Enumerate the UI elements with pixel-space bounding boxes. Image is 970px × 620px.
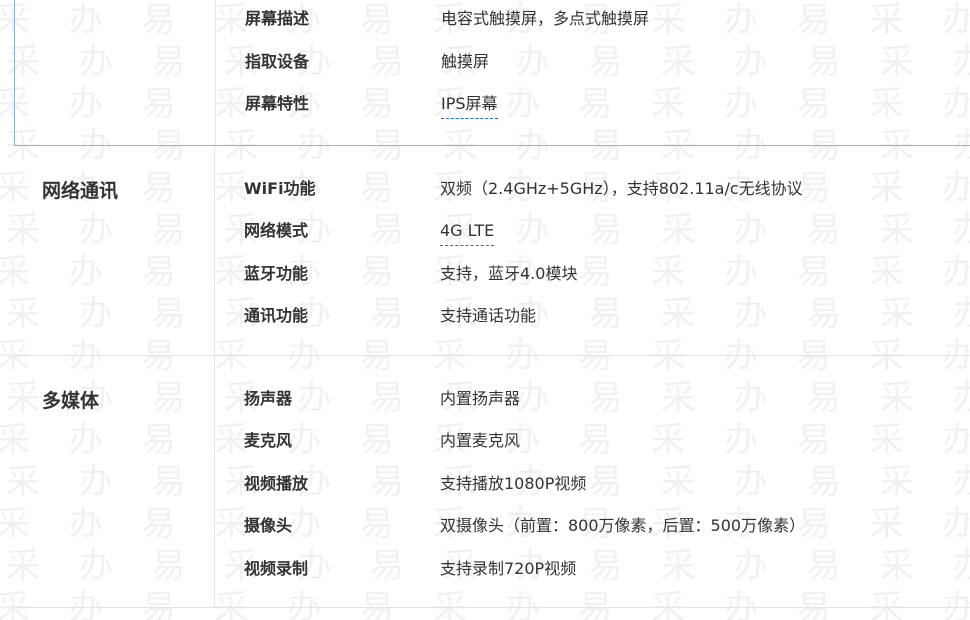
spec-label: 麦克风 bbox=[244, 431, 293, 450]
spec-value: 支持，蓝牙4.0模块 bbox=[440, 264, 578, 283]
spec-row: 视频录制 支持录制720P视频 bbox=[14, 556, 954, 598]
spec-label: 网络模式 bbox=[244, 221, 309, 240]
spec-row: 网络模式 4G LTE bbox=[14, 218, 954, 260]
spec-value: 双摄像头（前置：800万像素，后置：500万像素） bbox=[440, 516, 806, 535]
spec-row: 视频播放 支持播放1080P视频 bbox=[14, 471, 954, 513]
spec-row: WiFi功能 双频（2.4GHz+5GHz），支持802.11a/c无线协议 bbox=[14, 176, 954, 218]
screen-section: 屏幕描述 电容式触摸屏，多点式触摸屏 指取设备 触摸屏 屏幕特性 IPS屏幕 bbox=[14, 0, 970, 146]
spec-value: 支持通话功能 bbox=[440, 306, 537, 325]
spec-value: 双频（2.4GHz+5GHz），支持802.11a/c无线协议 bbox=[440, 179, 803, 198]
spec-page: 采 办 易 采 办 易 采 办 易 采 办 易 采 办 采 办 易 采 办 易 … bbox=[0, 0, 970, 620]
spec-row: 蓝牙功能 支持，蓝牙4.0模块 bbox=[14, 261, 954, 303]
spec-table: 屏幕描述 电容式触摸屏，多点式触摸屏 指取设备 触摸屏 屏幕特性 IPS屏幕 网… bbox=[0, 0, 970, 620]
spec-label: 蓝牙功能 bbox=[244, 264, 309, 283]
spec-row: 摄像头 双摄像头（前置：800万像素，后置：500万像素） bbox=[14, 513, 954, 555]
screen-feature-link[interactable]: IPS屏幕 bbox=[441, 91, 498, 119]
spec-label: 视频录制 bbox=[244, 559, 309, 578]
spec-label: 通讯功能 bbox=[244, 306, 309, 325]
spec-row: 通讯功能 支持通话功能 bbox=[14, 303, 954, 345]
spec-row: 指取设备 触摸屏 bbox=[15, 49, 955, 91]
spec-label: 屏幕描述 bbox=[245, 9, 310, 28]
spec-row: 屏幕特性 IPS屏幕 bbox=[15, 91, 955, 133]
spec-row: 麦克风 内置麦克风 bbox=[14, 428, 954, 470]
spec-value: 支持录制720P视频 bbox=[440, 559, 577, 578]
spec-value: 触摸屏 bbox=[441, 52, 490, 71]
spec-value: 内置扬声器 bbox=[440, 389, 521, 408]
spec-label: 屏幕特性 bbox=[245, 94, 310, 113]
network-mode-link[interactable]: 4G LTE bbox=[440, 218, 495, 246]
multimedia-section: 多媒体 扬声器 内置扬声器 麦克风 内置麦克风 视频播放 支持播放1080P视频… bbox=[14, 356, 970, 608]
spec-label: WiFi功能 bbox=[244, 179, 316, 198]
spec-row: 扬声器 内置扬声器 bbox=[14, 386, 954, 428]
spec-label: 摄像头 bbox=[244, 516, 293, 535]
network-section: 网络通讯 WiFi功能 双频（2.4GHz+5GHz），支持802.11a/c无… bbox=[14, 146, 970, 356]
spec-value: 支持播放1080P视频 bbox=[440, 474, 587, 493]
spec-value: 电容式触摸屏，多点式触摸屏 bbox=[441, 9, 650, 28]
spec-label: 扬声器 bbox=[244, 389, 293, 408]
spec-label: 视频播放 bbox=[244, 474, 309, 493]
spec-value: 内置麦克风 bbox=[440, 431, 521, 450]
spec-label: 指取设备 bbox=[245, 52, 310, 71]
spec-row: 屏幕描述 电容式触摸屏，多点式触摸屏 bbox=[15, 6, 955, 48]
